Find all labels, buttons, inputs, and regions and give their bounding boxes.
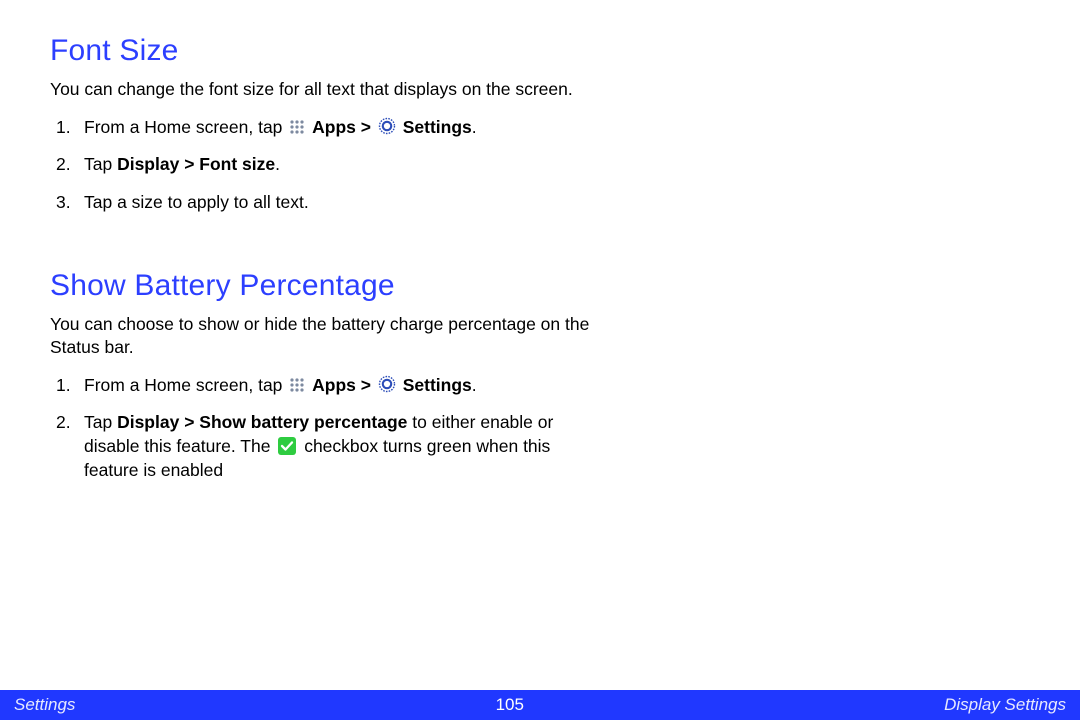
step-text: Tap a size to apply to all text. <box>84 192 309 212</box>
intro-battery-pct: You can choose to show or hide the batte… <box>50 313 590 360</box>
apps-grid-icon <box>289 119 305 135</box>
steps-battery-pct: From a Home screen, tap Apps > Settings.… <box>50 374 590 483</box>
apps-label: Apps <box>312 375 356 395</box>
breadcrumb-sep: > <box>356 375 376 395</box>
step: Tap Display > Show battery percentage to… <box>50 411 590 482</box>
step-text: From a Home screen, tap <box>84 117 287 137</box>
breadcrumb-sep: > <box>356 117 376 137</box>
heading-font-size: Font Size <box>50 34 590 68</box>
period: . <box>472 375 477 395</box>
checkbox-checked-icon <box>278 437 296 455</box>
period: . <box>275 154 280 174</box>
apps-grid-icon <box>289 377 305 393</box>
settings-gear-icon <box>378 117 396 135</box>
page-footer: Settings 105 Display Settings <box>0 690 1080 720</box>
steps-font-size: From a Home screen, tap Apps > Settings.… <box>50 116 590 215</box>
settings-label: Settings <box>403 117 472 137</box>
settings-label: Settings <box>403 375 472 395</box>
step-text: Tap <box>84 412 117 432</box>
manual-page: Font Size You can change the font size f… <box>0 0 1080 720</box>
step-text: From a Home screen, tap <box>84 375 287 395</box>
step: From a Home screen, tap Apps > Settings. <box>50 374 590 398</box>
step-text: Tap <box>84 154 117 174</box>
footer-left: Settings <box>14 695 75 715</box>
step-bold: Display > Font size <box>117 154 275 174</box>
step: Tap a size to apply to all text. <box>50 191 590 215</box>
step: Tap Display > Font size. <box>50 153 590 177</box>
apps-label: Apps <box>312 117 356 137</box>
settings-gear-icon <box>378 375 396 393</box>
intro-font-size: You can change the font size for all tex… <box>50 78 590 102</box>
step-bold: Display > Show battery percentage <box>117 412 407 432</box>
heading-battery-pct: Show Battery Percentage <box>50 269 590 303</box>
period: . <box>472 117 477 137</box>
content-column: Font Size You can change the font size f… <box>50 34 590 482</box>
section-gap <box>50 229 590 269</box>
footer-page-number: 105 <box>496 695 524 715</box>
step: From a Home screen, tap Apps > Settings. <box>50 116 590 140</box>
footer-right: Display Settings <box>944 695 1066 715</box>
